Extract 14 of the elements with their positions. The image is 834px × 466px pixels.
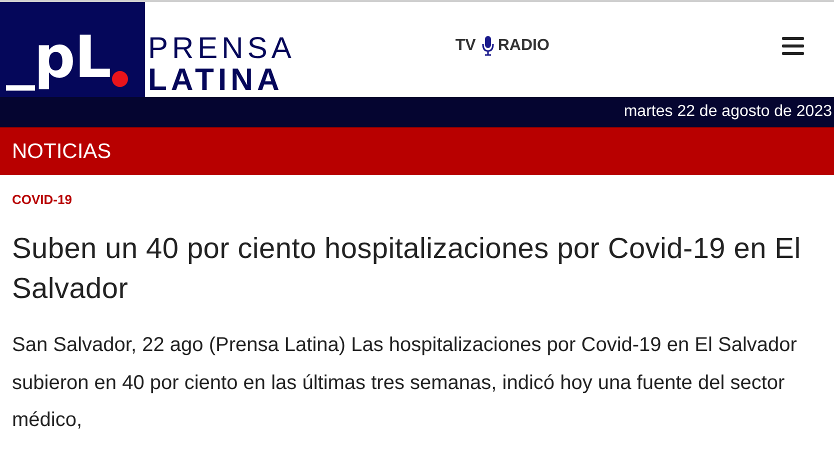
dot-icon	[112, 71, 128, 87]
section-title: NOTICIAS	[12, 140, 112, 164]
logo[interactable]: _pL	[0, 2, 145, 97]
headline: Suben un 40 por ciento hospitalizaciones por Covid-19 en El Salvador	[12, 232, 802, 307]
date: martes 22 de agosto de 2023	[624, 103, 832, 121]
brand-name: LATINA	[148, 64, 284, 95]
tv-link[interactable]: TV	[455, 36, 476, 54]
microphone-icon	[482, 36, 494, 56]
brand-name: PRENSA	[148, 34, 296, 64]
logo-mark: _pL	[6, 23, 110, 93]
lead-paragraph: San Salvador, 22 ago (Prensa Latina) Las hospitalizaciones por Covid-19 en El Salvador subieron en 40 por ciento en las últimas tres semanas, indicó hoy una fuente del sector médico,	[12, 333, 798, 433]
menu-icon[interactable]	[782, 36, 804, 56]
radio-link[interactable]: RADIO	[482, 36, 550, 56]
category-label[interactable]: COVID-19	[12, 192, 822, 207]
